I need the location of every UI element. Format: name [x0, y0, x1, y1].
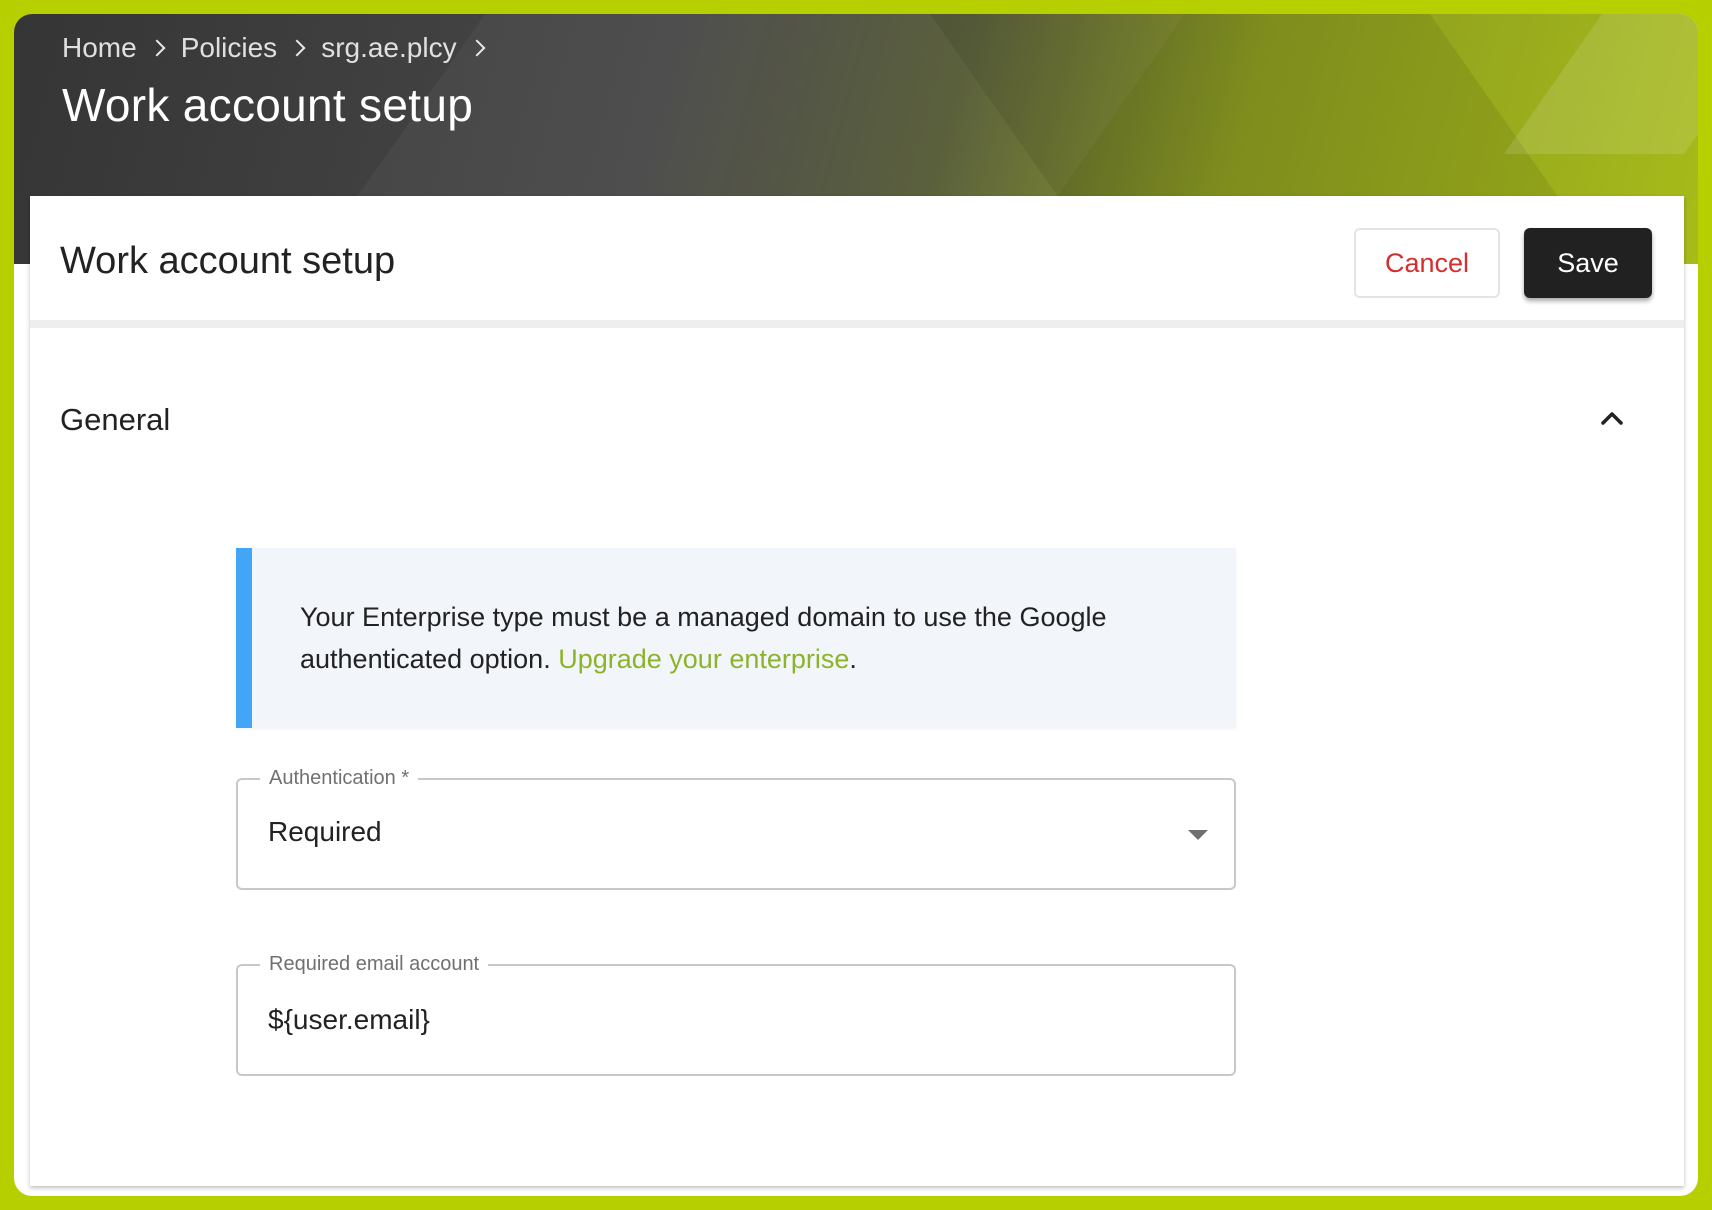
breadcrumb-policy[interactable]: srg.ae.plcy — [321, 32, 456, 64]
breadcrumb: Home Policies srg.ae.plcy — [62, 32, 487, 64]
collapse-section-button[interactable] — [1590, 396, 1634, 440]
breadcrumb-home[interactable]: Home — [62, 32, 137, 64]
page-title: Work account setup — [62, 79, 474, 131]
upgrade-enterprise-link[interactable]: Upgrade your enterprise — [558, 644, 849, 674]
authentication-label: Authentication * — [260, 765, 419, 791]
section-title-general: General — [60, 402, 171, 437]
authentication-value: Required — [268, 816, 382, 847]
authentication-select[interactable]: Authentication * Required — [236, 765, 1236, 890]
breadcrumb-policies[interactable]: Policies — [181, 32, 277, 64]
chevron-right-icon — [468, 39, 486, 57]
email-account-label: Required email account — [260, 951, 489, 977]
policy-card: Work account setup Cancel Save General Y… — [30, 196, 1684, 1186]
card-title: Work account setup — [60, 240, 396, 282]
chevron-right-icon — [148, 39, 166, 57]
save-button[interactable]: Save — [1524, 228, 1652, 298]
email-account-field: Required email account — [236, 951, 1236, 1076]
info-notice: Your Enterprise type must be a managed d… — [236, 548, 1236, 728]
app-window: Home Policies srg.ae.plcy Work account s… — [14, 14, 1698, 1196]
email-account-input[interactable] — [268, 996, 1168, 1044]
header-decoration — [1503, 14, 1698, 154]
notice-text: Your Enterprise type must be a managed d… — [300, 596, 1200, 680]
chevron-up-icon — [1601, 412, 1623, 425]
chevron-right-icon — [288, 39, 306, 57]
dropdown-arrow-icon — [1188, 830, 1208, 840]
card-header: Work account setup Cancel Save — [30, 196, 1684, 328]
app-frame: Home Policies srg.ae.plcy Work account s… — [0, 0, 1712, 1210]
notice-trailing: . — [849, 644, 857, 674]
cancel-button[interactable]: Cancel — [1354, 228, 1500, 298]
